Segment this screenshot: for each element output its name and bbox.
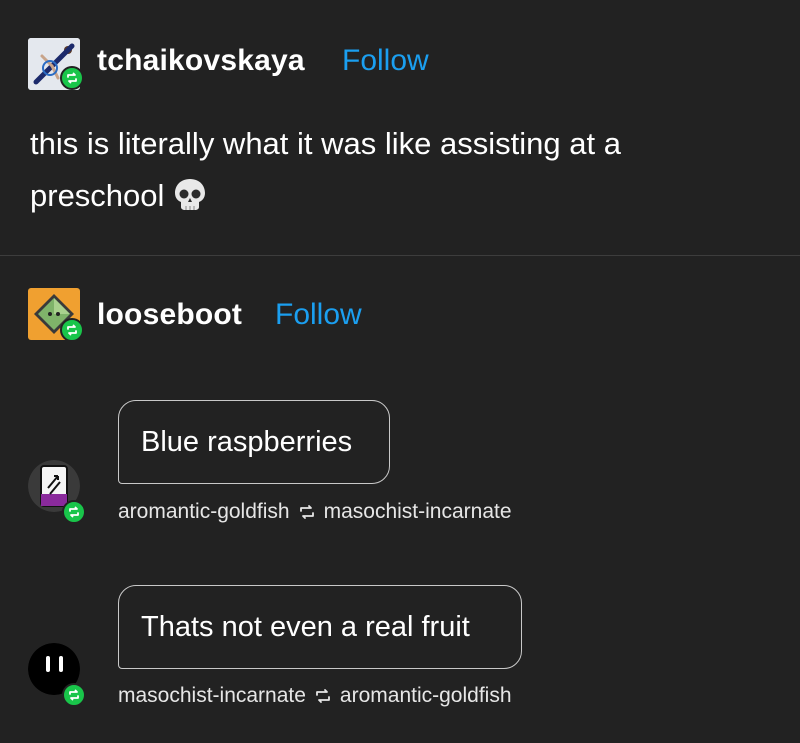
chat-attribution: masochist-incarnate aromantic-goldfish <box>118 684 512 708</box>
chat-bubble: Blue raspberries <box>118 400 390 484</box>
chat-from-user[interactable]: aromantic-goldfish <box>118 500 290 524</box>
chat-message-text: Blue raspberries <box>141 425 353 458</box>
chat-bubble: Thats not even a real fruit <box>118 585 522 669</box>
chat-message-text: Thats not even a real fruit <box>141 610 470 643</box>
chat-attribution: aromantic-goldfish masochist-incarnate <box>118 500 512 524</box>
username-looseboot[interactable]: looseboot <box>97 298 242 332</box>
follow-button-looseboot[interactable]: Follow <box>275 298 362 332</box>
chat-to-user[interactable]: aromantic-goldfish <box>340 684 512 708</box>
reblog-icon <box>60 66 84 90</box>
avatar-aromantic-goldfish[interactable] <box>28 460 86 524</box>
avatar-tchaikovskaya[interactable] <box>28 38 84 94</box>
follow-button-tchaikovskaya[interactable]: Follow <box>342 44 429 78</box>
post-divider <box>0 255 800 256</box>
reblog-icon <box>62 683 86 707</box>
chat-from-user[interactable]: masochist-incarnate <box>118 684 306 708</box>
reblog-icon <box>314 688 332 704</box>
avatar-masochist-incarnate[interactable] <box>28 643 86 707</box>
post-text: this is literally what it was like assis… <box>30 126 621 213</box>
username-tchaikovskaya[interactable]: tchaikovskaya <box>97 44 305 78</box>
avatar-looseboot[interactable] <box>28 288 84 344</box>
reblog-icon <box>60 318 84 342</box>
tumblr-thread: tchaikovskaya Follow this is literally w… <box>0 0 800 743</box>
reblog-icon <box>62 500 86 524</box>
reblog-icon <box>298 504 316 520</box>
skull-emoji <box>172 176 208 228</box>
chat-to-user[interactable]: masochist-incarnate <box>324 500 512 524</box>
post-body-text: this is literally what it was like assis… <box>30 118 750 228</box>
